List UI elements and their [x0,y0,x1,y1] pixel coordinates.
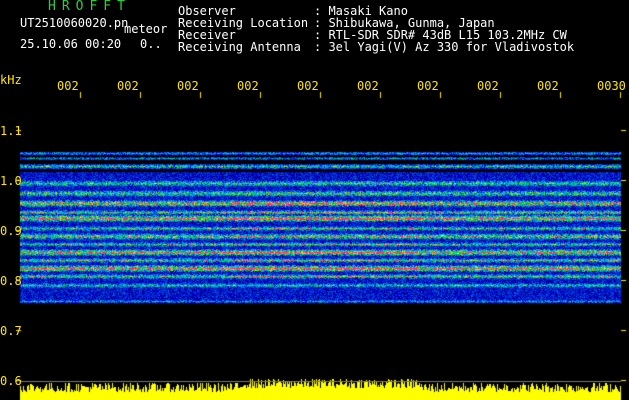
x-tick: 002 [357,79,379,93]
brand-title: HROFFT [48,0,131,14]
unit-label: kHz [0,73,22,87]
y-tick-0.8: 0.8 [0,274,22,288]
x-tick: 002 [477,79,499,93]
mode-label: meteor [124,22,168,36]
x-tick: 002 [57,79,79,93]
y-tick-0.9: 0.9 [0,224,22,238]
spectrogram-canvas [0,0,629,400]
counter-label: 0.. [140,37,162,51]
filename-label: UT2510060020.pn [20,16,129,30]
y-tick-0.7: 0.7 [0,324,22,338]
x-tick: 002 [237,79,259,93]
x-tick: 002 [117,79,139,93]
x-tick: 0030 [597,79,626,93]
antenna-label: Receiving Antenna [178,40,301,54]
y-tick-1.1: 1.1 [0,124,22,138]
x-tick: 002 [177,79,199,93]
antenna-value: : 3el Yagi(V) Az 330 for Vladivostok [314,40,575,54]
x-tick: 002 [537,79,559,93]
datetime-label: 25.10.06 00:20 [20,37,122,51]
x-tick: 002 [297,79,319,93]
x-tick: 002 [417,79,439,93]
y-tick-0.6: 0.6 [0,374,22,388]
y-tick-1.0: 1.0 [0,174,22,188]
